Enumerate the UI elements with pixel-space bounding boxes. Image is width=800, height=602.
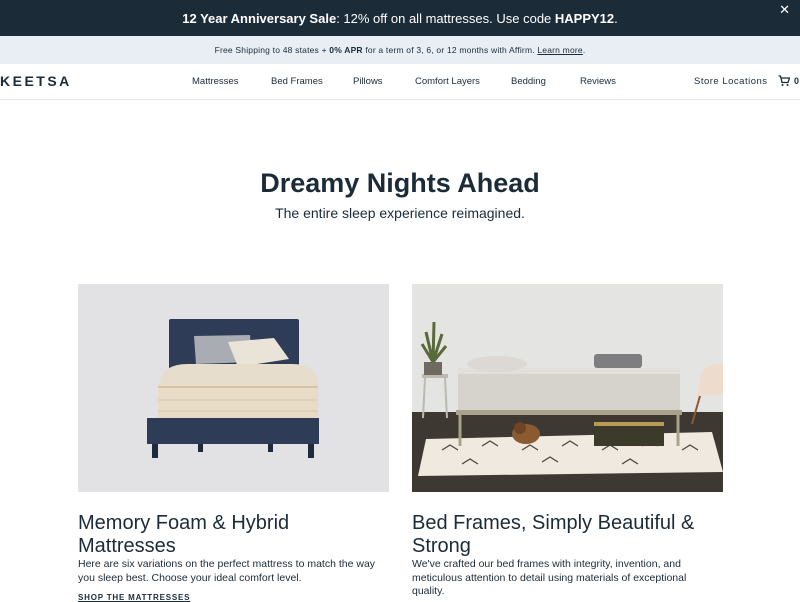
learn-more-link[interactable]: Learn more [537, 45, 582, 55]
nav-menu: Mattresses Bed Frames Pillows Comfort La… [0, 76, 800, 90]
shipping-terms: for a term of 3, 6, or 12 months with Af… [362, 45, 538, 55]
nav-item-reviews[interactable]: Reviews [580, 76, 616, 87]
shipping-bar: Free Shipping to 48 states + 0% APR for … [0, 36, 800, 64]
mattresses-card-desc-line-1: Here are six variations on the perfect m… [78, 558, 376, 570]
bed-frames-card-description: We've crafted our bed frames with integr… [412, 558, 730, 599]
announcement-tail: . [614, 10, 618, 26]
bed-frames-card-title-line-2: Strong [412, 535, 471, 557]
announcement-offer: : 12% off on all mattresses. Use code [336, 10, 555, 26]
hero-title: Dreamy Nights Ahead [260, 168, 540, 198]
nav-item-pillows[interactable]: Pillows [353, 76, 383, 87]
mattresses-card-title-line-2: Mattresses [78, 535, 176, 557]
main-nav: KEETSA Mattresses Bed Frames Pillows Com… [0, 64, 800, 100]
bed-frames-card-title-line-1: Bed Frames, Simply Beautiful & [412, 512, 695, 534]
nav-item-mattresses[interactable]: Mattresses [192, 76, 238, 87]
promo-code: HAPPY12 [554, 10, 615, 26]
mattresses-card-description: Here are six variations on the perfect m… [78, 558, 396, 585]
close-icon[interactable]: ✕ [779, 3, 790, 16]
bed-frame-illustration [412, 284, 723, 492]
cart-icon [778, 75, 790, 86]
mattress-image[interactable] [78, 284, 389, 492]
hero-subtitle: The entire sleep experience reimagined. [275, 205, 525, 221]
mattresses-card-title: Memory Foam & Hybrid Mattresses [78, 512, 398, 558]
bed-frames-card-title: Bed Frames, Simply Beautiful & Strong [412, 512, 742, 558]
nav-item-bed-frames[interactable]: Bed Frames [271, 76, 323, 87]
announcement-sale-name: 12 Year Anniversary Sale [182, 10, 337, 26]
bed-frames-card-desc-line-1: We've crafted our bed frames with integr… [412, 558, 681, 570]
nav-item-bedding[interactable]: Bedding [511, 76, 546, 87]
cart-count: 0 [794, 76, 800, 86]
shipping-tail: . [582, 45, 586, 55]
shipping-lead: Free Shipping to 48 states + [214, 45, 330, 55]
cart-button[interactable]: 0 [778, 75, 799, 87]
announcement-bar: 12 Year Anniversary Sale: 12% off on all… [0, 0, 800, 36]
bed-frames-card-desc-line-3: quality. [412, 585, 445, 597]
announcement-text: 12 Year Anniversary Sale: 12% off on all… [182, 11, 618, 26]
apr-offer: 0% APR [329, 45, 363, 55]
shop-mattresses-link[interactable]: SHOP THE MATTRESSES [78, 593, 190, 602]
bed-frames-card-desc-line-2: meticulous attention to detail using mat… [412, 571, 687, 584]
mattresses-card-desc-line-2: you sleep best. Choose your ideal comfor… [78, 571, 302, 584]
bed-frame-image[interactable] [412, 284, 723, 492]
nav-item-comfort-layers[interactable]: Comfort Layers [415, 76, 480, 87]
store-locations-link[interactable]: Store Locations [694, 76, 768, 87]
mattresses-card-title-line-1: Memory Foam & Hybrid [78, 512, 290, 534]
mattress-illustration [78, 284, 389, 492]
